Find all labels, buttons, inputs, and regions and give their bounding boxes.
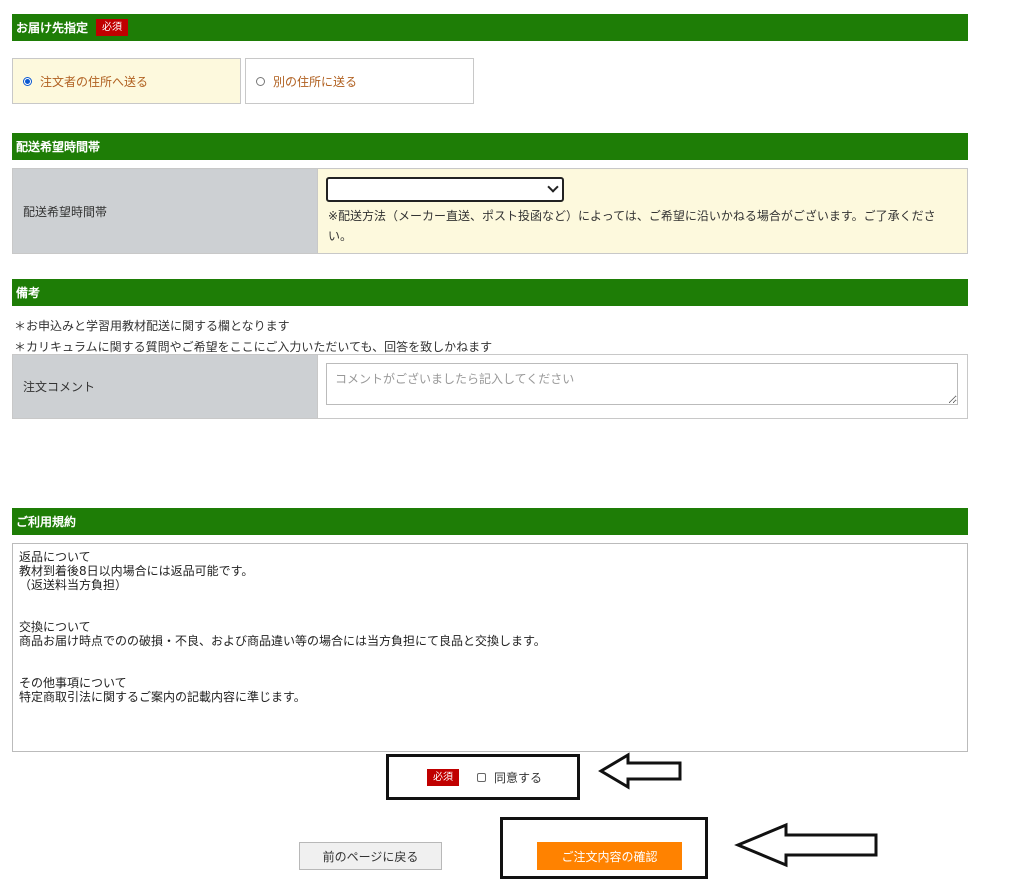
terms-returns-heading: 返品について [19,550,91,564]
section-title: お届け先指定 [16,21,89,35]
delivery-time-note: ※配送方法（メーカー直送、ポスト投函など）によっては、ご希望に沿いかねる場合がご… [328,209,936,243]
terms-other-line: 特定商取引法に関するご案内の記載内容に準じます。 [19,690,306,704]
radio-label: 注文者の住所へ送る [40,74,149,89]
delivery-time-select[interactable] [326,177,564,202]
section-title: 配送希望時間帯 [16,140,101,154]
terms-exchange-line: 商品お届け時点でのの破損・不良、および商品違い等の場合には当方負担にて良品と交換… [19,634,546,648]
required-badge: 必須 [427,768,459,786]
agree-label[interactable]: 同意する [494,769,542,786]
delivery-time-label: 配送希望時間帯 [13,169,318,253]
required-badge: 必須 [96,19,129,36]
comment-label: 注文コメント [13,355,318,418]
radio-unselected-icon[interactable] [256,76,265,86]
back-button[interactable]: 前のページに戻る [299,842,442,870]
radio-option-self[interactable]: 注文者の住所へ送る [12,58,241,104]
terms-returns-line: 教材到着後8日以内場合には返品可能です。 [19,564,254,578]
confirm-order-button[interactable]: ご注文内容の確認 [537,842,682,870]
section-title: 備考 [16,286,41,300]
terms-other-heading: その他事項について [19,676,127,690]
section-header-remarks: 備考 [12,279,968,306]
terms-returns-line: （返送料当方負担） [19,578,128,592]
delivery-time-cell: ※配送方法（メーカー直送、ポスト投函など）によっては、ご希望に沿いかねる場合がご… [318,169,967,253]
delivery-time-row: 配送希望時間帯 ※配送方法（メーカー直送、ポスト投函など）によっては、ご希望に沿… [12,168,968,254]
section-header-terms: ご利用規約 [12,508,968,535]
arrow-left-icon [734,822,878,868]
terms-textarea[interactable]: 返品について 教材到着後8日以内場合には返品可能です。 （返送料当方負担） 交換… [12,543,968,752]
radio-selected-icon[interactable] [23,76,32,86]
remarks-note-1: ＊お申込みと学習用教材配送に関する欄となります [14,319,290,333]
section-header-delivery: お届け先指定 必須 [12,14,968,41]
radio-label: 別の住所に送る [273,74,358,89]
radio-option-other[interactable]: 別の住所に送る [245,58,474,104]
section-header-time: 配送希望時間帯 [12,133,968,160]
terms-exchange-heading: 交換について [19,620,91,634]
section-title: ご利用規約 [16,515,77,529]
agree-highlight-box: 必須 同意する [386,754,580,800]
agree-checkbox[interactable] [477,772,486,782]
chevron-down-icon [547,181,559,193]
comment-row: 注文コメント [12,354,968,419]
comment-textarea[interactable] [326,363,958,405]
arrow-left-icon [598,752,682,790]
comment-cell [318,355,967,418]
remarks-note-2: ＊カリキュラムに関する質問やご希望をここにご入力いただいても、回答を致しかねます [14,340,493,354]
